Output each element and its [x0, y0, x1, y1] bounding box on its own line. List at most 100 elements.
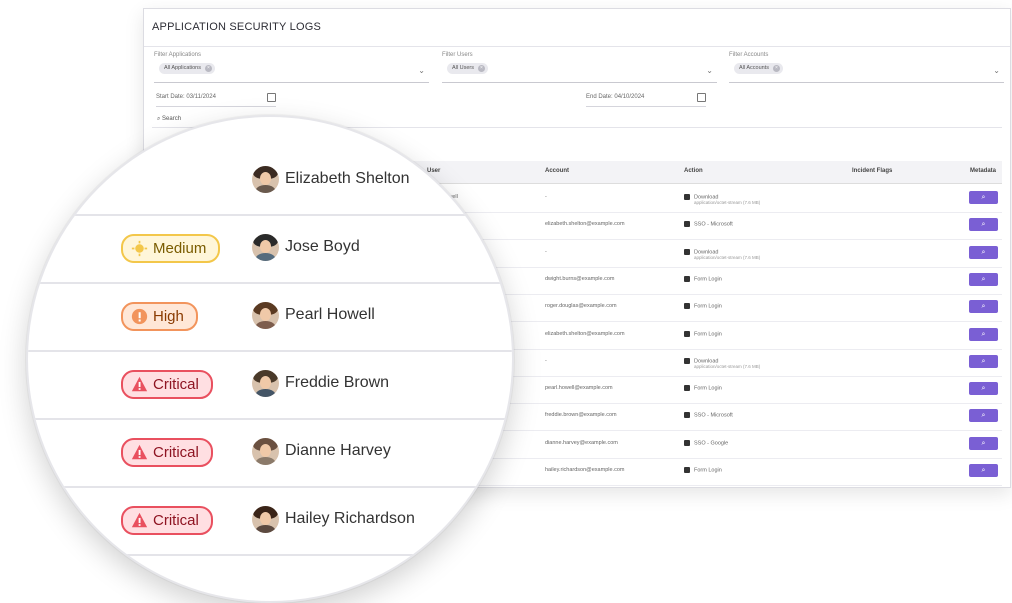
user-name: Pearl Howell	[285, 306, 375, 323]
user-name: Jose Boyd	[285, 238, 360, 255]
chevron-down-icon[interactable]: ⌄	[418, 66, 425, 75]
row-action: Form Login	[684, 467, 722, 473]
incident-flag-badge: Critical	[121, 438, 213, 467]
chevron-down-icon[interactable]: ⌄	[993, 66, 1000, 75]
flag-label: High	[153, 308, 184, 325]
column-action[interactable]: Action	[684, 168, 703, 174]
metadata-search-button[interactable]: ⌕	[969, 272, 998, 286]
filter-chip[interactable]: All Accounts ×	[734, 63, 783, 74]
user-name: Freddie Brown	[285, 374, 390, 391]
row-action: Download application/octet-stream (7.6 MB…	[684, 194, 760, 205]
search-placeholder: Search	[162, 116, 182, 122]
start-date-field[interactable]: Start Date: 03/11/2024	[156, 93, 276, 107]
row-action: Download application/octet-stream (7.6 MB…	[684, 357, 760, 369]
avatar	[252, 166, 279, 193]
chip-label: All Users	[452, 65, 475, 71]
user-name: Hailey Richardson	[285, 510, 415, 527]
row-action: Form Login	[684, 385, 722, 392]
metadata-search-button[interactable]: ⌕	[969, 191, 998, 204]
row-account: dianne.harvey@example.com	[545, 439, 618, 446]
end-date-value: 04/10/2024	[614, 94, 645, 100]
calendar-icon[interactable]	[697, 93, 706, 102]
action-icon	[684, 439, 690, 446]
action-label: SSO - Microsoft	[694, 221, 733, 228]
filter-chip[interactable]: All Users ×	[447, 63, 489, 74]
row-account: -	[545, 357, 547, 364]
action-label: Form Login	[694, 303, 722, 310]
filter-accounts[interactable]: Filter Accounts All Accounts × ⌄	[729, 52, 1004, 83]
user-name: Dianne Harvey	[285, 442, 391, 459]
end-date-label: End Date:	[586, 94, 613, 100]
column-account[interactable]: Account	[545, 168, 569, 174]
row-account: -	[545, 248, 547, 255]
metadata-search-button[interactable]: ⌕	[969, 382, 998, 396]
incident-flag-badge: Critical	[121, 370, 213, 399]
action-label: Form Login	[694, 276, 722, 283]
magnifier-lens: Elizabeth Shelton Medium Jose Boyd High Pear…	[26, 115, 514, 603]
flag-label: Critical	[153, 444, 199, 461]
avatar	[252, 302, 279, 329]
action-label: Form Login	[694, 467, 722, 474]
incident-flag-badge: High	[121, 302, 198, 331]
flag-label: Critical	[153, 512, 199, 529]
action-icon	[684, 385, 690, 392]
magnified-row: High Pearl Howell	[28, 283, 512, 352]
search-icon: ⌕	[157, 116, 161, 122]
search-icon: ⌕	[981, 275, 986, 283]
magnified-row: Critical Freddie Brown	[28, 351, 512, 420]
action-icon	[684, 357, 690, 364]
filter-applications[interactable]: Filter Applications All Applications × ⌄	[154, 52, 429, 83]
action-icon	[684, 221, 690, 228]
flag-label: Medium	[153, 240, 207, 257]
action-label: Form Login	[694, 330, 722, 337]
column-incident-flags[interactable]: Incident Flags	[852, 168, 892, 174]
filter-chip[interactable]: All Applications ×	[159, 63, 215, 74]
action-icon	[684, 330, 690, 337]
incident-flag-badge: Medium	[121, 234, 221, 263]
filter-label: Filter Applications	[154, 52, 202, 58]
filter-label: Filter Users	[442, 52, 473, 58]
filter-users[interactable]: Filter Users All Users × ⌄	[442, 52, 717, 83]
metadata-search-button[interactable]: ⌕	[969, 436, 998, 450]
close-icon[interactable]: ×	[772, 65, 780, 72]
close-icon[interactable]: ×	[478, 65, 486, 72]
page-title: APPLICATION SECURITY LOGS	[152, 21, 322, 33]
close-icon[interactable]: ×	[205, 65, 212, 72]
action-label: SSO - Microsoft	[694, 412, 733, 419]
row-action: SSO - Google	[684, 439, 729, 447]
action-icon	[684, 412, 690, 419]
chip-label: All Applications	[164, 65, 201, 71]
row-action: SSO - Microsoft	[684, 221, 733, 228]
metadata-search-button[interactable]: ⌕	[969, 300, 998, 314]
action-label: Form Login	[694, 385, 722, 392]
row-action: SSO - Microsoft	[684, 412, 733, 419]
metadata-search-button[interactable]: ⌕	[969, 409, 998, 423]
metadata-search-button[interactable]: ⌕	[969, 245, 998, 259]
action-icon	[684, 194, 690, 200]
calendar-icon[interactable]	[267, 93, 276, 102]
row-action: Form Login	[684, 303, 722, 310]
row-action: Form Login	[684, 330, 722, 337]
start-date-label: Start Date:	[156, 94, 185, 100]
chevron-down-icon[interactable]: ⌄	[706, 66, 713, 75]
magnified-row: Critical Hailey Richardson	[28, 487, 512, 556]
avatar	[252, 438, 279, 465]
metadata-search-button[interactable]: ⌕	[969, 354, 998, 368]
avatar	[252, 506, 279, 533]
chip-label: All Accounts	[739, 65, 769, 71]
metadata-search-button[interactable]: ⌕	[969, 327, 998, 341]
search-icon: ⌕	[981, 439, 986, 447]
search-icon: ⌕	[981, 467, 986, 474]
metadata-search-button[interactable]: ⌕	[969, 464, 998, 477]
row-account: hailey.richardson@example.com	[545, 467, 625, 473]
search-icon: ⌕	[981, 412, 986, 420]
action-label: SSO - Google	[694, 440, 729, 447]
metadata-search-button[interactable]: ⌕	[969, 218, 998, 232]
action-detail: application/octet-stream (7.6 MB)	[694, 200, 761, 206]
incident-flag-badge: Critical	[121, 506, 213, 535]
user-name: Elizabeth Shelton	[285, 170, 410, 187]
end-date-field[interactable]: End Date: 04/10/2024	[586, 93, 706, 107]
search-input[interactable]: ⌕ Search	[157, 116, 181, 123]
magnified-row: Medium Jose Boyd	[28, 215, 512, 284]
flag-label: Critical	[153, 376, 199, 393]
